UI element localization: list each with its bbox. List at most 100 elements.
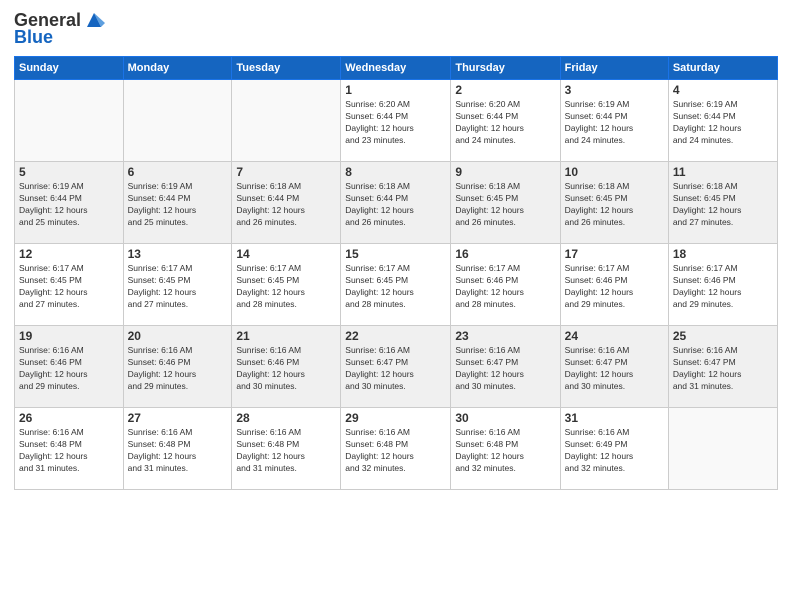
calendar-cell: 14 Sunrise: 6:17 AM Sunset: 6:45 PM Dayli… xyxy=(232,244,341,326)
day-info: Sunrise: 6:17 AM Sunset: 6:45 PM Dayligh… xyxy=(128,263,228,311)
calendar-cell: 13 Sunrise: 6:17 AM Sunset: 6:45 PM Dayli… xyxy=(123,244,232,326)
calendar-cell: 28Sunrise: 6:16 AM Sunset: 6:48 PM Dayli… xyxy=(232,408,341,490)
weekday-header-wednesday: Wednesday xyxy=(341,57,451,80)
day-number: 19 xyxy=(19,329,119,343)
day-info: Sunrise: 6:18 AM Sunset: 6:44 PM Dayligh… xyxy=(236,181,336,229)
day-number: 22 xyxy=(345,329,446,343)
calendar-week-row: 12 Sunrise: 6:17 AM Sunset: 6:45 PM Dayli… xyxy=(15,244,778,326)
weekday-header-sunday: Sunday xyxy=(15,57,124,80)
day-info: Sunrise: 6:16 AM Sunset: 6:47 PM Dayligh… xyxy=(345,345,446,393)
calendar-cell: 15Sunrise: 6:17 AM Sunset: 6:45 PM Dayli… xyxy=(341,244,451,326)
calendar-cell: 20Sunrise: 6:16 AM Sunset: 6:46 PM Dayli… xyxy=(123,326,232,408)
calendar-week-row: 19 Sunrise: 6:16 AM Sunset: 6:46 PM Dayli… xyxy=(15,326,778,408)
calendar-cell: 24Sunrise: 6:16 AM Sunset: 6:47 PM Dayli… xyxy=(560,326,668,408)
calendar-cell: 27 Sunrise: 6:16 AM Sunset: 6:48 PM Dayli… xyxy=(123,408,232,490)
calendar-cell: 11 Sunrise: 6:18 AM Sunset: 6:45 PM Dayli… xyxy=(668,162,777,244)
day-info: Sunrise: 6:17 AM Sunset: 6:45 PM Dayligh… xyxy=(19,263,119,311)
calendar-cell: 19Sunrise: 6:16 AM Sunset: 6:46 PM Dayli… xyxy=(15,326,124,408)
day-number: 11 xyxy=(673,165,773,179)
weekday-header-thursday: Thursday xyxy=(451,57,560,80)
weekday-header-tuesday: Tuesday xyxy=(232,57,341,80)
day-info: Sunrise: 6:17 AM Sunset: 6:46 PM Dayligh… xyxy=(673,263,773,311)
day-number: 16 xyxy=(455,247,555,261)
calendar-cell: 29 Sunrise: 6:16 AM Sunset: 6:48 PM Dayli… xyxy=(341,408,451,490)
day-number: 7 xyxy=(236,165,336,179)
day-info: Sunrise: 6:16 AM Sunset: 6:47 PM Dayligh… xyxy=(673,345,773,393)
calendar-cell xyxy=(123,80,232,162)
day-number: 10 xyxy=(565,165,664,179)
day-info: Sunrise: 6:18 AM Sunset: 6:45 PM Dayligh… xyxy=(565,181,664,229)
day-info: Sunrise: 6:16 AM Sunset: 6:48 PM Dayligh… xyxy=(128,427,228,475)
day-number: 3 xyxy=(565,83,664,97)
day-info: Sunrise: 6:17 AM Sunset: 6:45 PM Dayligh… xyxy=(236,263,336,311)
day-number: 4 xyxy=(673,83,773,97)
calendar-cell: 9 Sunrise: 6:18 AM Sunset: 6:45 PM Daylig… xyxy=(451,162,560,244)
calendar-cell: 22 Sunrise: 6:16 AM Sunset: 6:47 PM Dayli… xyxy=(341,326,451,408)
calendar-cell: 31 Sunrise: 6:16 AM Sunset: 6:49 PM Dayli… xyxy=(560,408,668,490)
day-number: 15 xyxy=(345,247,446,261)
calendar-week-row: 26 Sunrise: 6:16 AM Sunset: 6:48 PM Dayli… xyxy=(15,408,778,490)
day-info: Sunrise: 6:16 AM Sunset: 6:49 PM Dayligh… xyxy=(565,427,664,475)
day-info: Sunrise: 6:16 AM Sunset: 6:48 PM Dayligh… xyxy=(455,427,555,475)
day-number: 5 xyxy=(19,165,119,179)
calendar-cell xyxy=(232,80,341,162)
day-info: Sunrise: 6:16 AM Sunset: 6:48 PM Dayligh… xyxy=(345,427,446,475)
day-number: 6 xyxy=(128,165,228,179)
header: General Blue xyxy=(14,10,778,48)
calendar-cell: 23 Sunrise: 6:16 AM Sunset: 6:47 PM Dayli… xyxy=(451,326,560,408)
calendar-cell: 18 Sunrise: 6:17 AM Sunset: 6:46 PM Dayli… xyxy=(668,244,777,326)
day-number: 12 xyxy=(19,247,119,261)
weekday-header-friday: Friday xyxy=(560,57,668,80)
day-info: Sunrise: 6:19 AM Sunset: 6:44 PM Dayligh… xyxy=(128,181,228,229)
calendar-cell: 12 Sunrise: 6:17 AM Sunset: 6:45 PM Dayli… xyxy=(15,244,124,326)
day-number: 14 xyxy=(236,247,336,261)
day-info: Sunrise: 6:16 AM Sunset: 6:47 PM Dayligh… xyxy=(565,345,664,393)
day-number: 25 xyxy=(673,329,773,343)
day-info: Sunrise: 6:18 AM Sunset: 6:45 PM Dayligh… xyxy=(455,181,555,229)
logo: General Blue xyxy=(14,10,105,48)
calendar-cell: 1Sunrise: 6:20 AM Sunset: 6:44 PM Daylig… xyxy=(341,80,451,162)
calendar-cell: 3Sunrise: 6:19 AM Sunset: 6:44 PM Daylig… xyxy=(560,80,668,162)
calendar-cell: 10 Sunrise: 6:18 AM Sunset: 6:45 PM Dayli… xyxy=(560,162,668,244)
day-info: Sunrise: 6:16 AM Sunset: 6:46 PM Dayligh… xyxy=(128,345,228,393)
calendar-cell: 4 Sunrise: 6:19 AM Sunset: 6:44 PM Daylig… xyxy=(668,80,777,162)
day-number: 23 xyxy=(455,329,555,343)
day-number: 9 xyxy=(455,165,555,179)
calendar-cell: 2 Sunrise: 6:20 AM Sunset: 6:44 PM Daylig… xyxy=(451,80,560,162)
day-info: Sunrise: 6:17 AM Sunset: 6:46 PM Dayligh… xyxy=(565,263,664,311)
day-info: Sunrise: 6:20 AM Sunset: 6:44 PM Dayligh… xyxy=(455,99,555,147)
calendar-cell: 6 Sunrise: 6:19 AM Sunset: 6:44 PM Daylig… xyxy=(123,162,232,244)
calendar-cell: 5Sunrise: 6:19 AM Sunset: 6:44 PM Daylig… xyxy=(15,162,124,244)
day-number: 1 xyxy=(345,83,446,97)
calendar-cell xyxy=(668,408,777,490)
day-info: Sunrise: 6:16 AM Sunset: 6:47 PM Dayligh… xyxy=(455,345,555,393)
logo-blue: Blue xyxy=(14,27,53,48)
calendar-cell: 30Sunrise: 6:16 AM Sunset: 6:48 PM Dayli… xyxy=(451,408,560,490)
calendar-cell xyxy=(15,80,124,162)
day-info: Sunrise: 6:17 AM Sunset: 6:46 PM Dayligh… xyxy=(455,263,555,311)
day-number: 13 xyxy=(128,247,228,261)
calendar-cell: 8Sunrise: 6:18 AM Sunset: 6:44 PM Daylig… xyxy=(341,162,451,244)
day-info: Sunrise: 6:16 AM Sunset: 6:48 PM Dayligh… xyxy=(236,427,336,475)
calendar: SundayMondayTuesdayWednesdayThursdayFrid… xyxy=(14,56,778,490)
calendar-week-row: 5 Sunrise: 6:19 AM Sunset: 6:44 PM Daylig… xyxy=(15,162,778,244)
day-number: 18 xyxy=(673,247,773,261)
calendar-week-row: 1 Sunrise: 6:20 AM Sunset: 6:44 PM Daylig… xyxy=(15,80,778,162)
day-number: 29 xyxy=(345,411,446,425)
day-number: 2 xyxy=(455,83,555,97)
day-number: 26 xyxy=(19,411,119,425)
day-number: 8 xyxy=(345,165,446,179)
day-info: Sunrise: 6:16 AM Sunset: 6:48 PM Dayligh… xyxy=(19,427,119,475)
page: General Blue SundayMondayTuesdayWednesda… xyxy=(0,0,792,612)
weekday-header-saturday: Saturday xyxy=(668,57,777,80)
calendar-cell: 21Sunrise: 6:16 AM Sunset: 6:46 PM Dayli… xyxy=(232,326,341,408)
day-number: 21 xyxy=(236,329,336,343)
calendar-cell: 25 Sunrise: 6:16 AM Sunset: 6:47 PM Dayli… xyxy=(668,326,777,408)
day-info: Sunrise: 6:19 AM Sunset: 6:44 PM Dayligh… xyxy=(673,99,773,147)
calendar-cell: 26 Sunrise: 6:16 AM Sunset: 6:48 PM Dayli… xyxy=(15,408,124,490)
day-info: Sunrise: 6:18 AM Sunset: 6:45 PM Dayligh… xyxy=(673,181,773,229)
day-number: 31 xyxy=(565,411,664,425)
day-number: 27 xyxy=(128,411,228,425)
calendar-cell: 17 Sunrise: 6:17 AM Sunset: 6:46 PM Dayli… xyxy=(560,244,668,326)
day-number: 17 xyxy=(565,247,664,261)
